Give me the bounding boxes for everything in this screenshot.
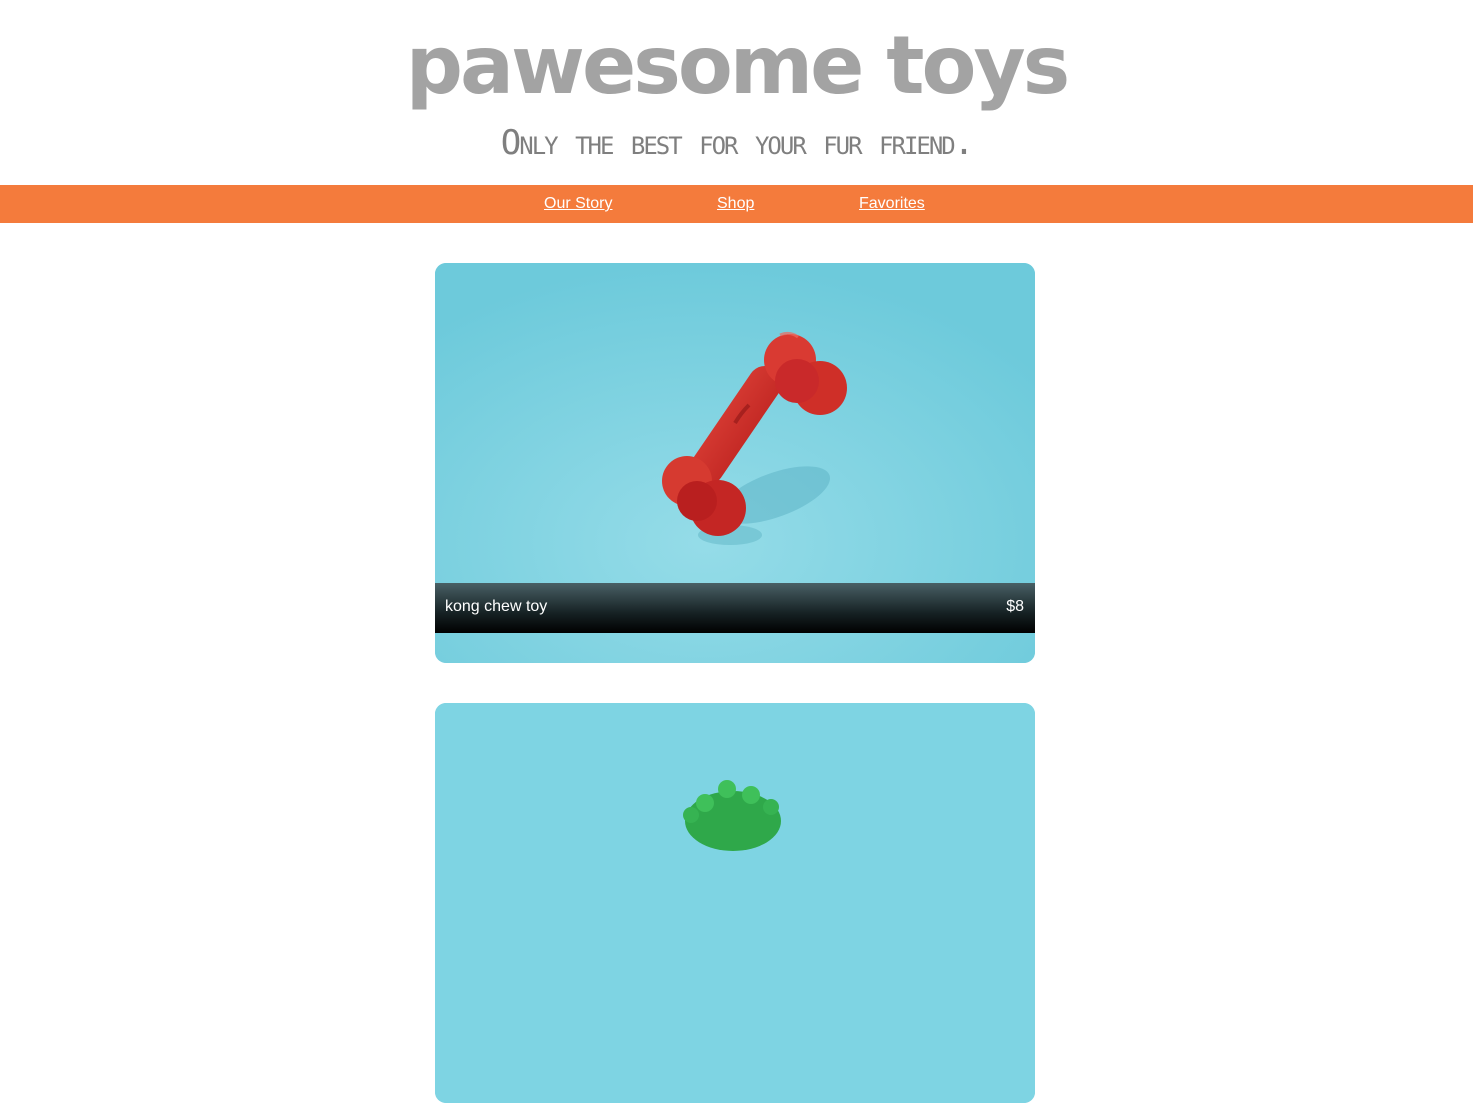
site-tagline: Only the best for your fur friend. xyxy=(500,123,974,163)
product-card[interactable] xyxy=(435,703,1035,1103)
product-price: $8 xyxy=(1006,598,1024,615)
nav-link-our-story[interactable]: Our Story xyxy=(544,194,612,214)
green-spiky-ball-toy-image xyxy=(435,703,1035,1103)
site-header: pawesome toys Only the best for your fur… xyxy=(0,0,1473,185)
site-title: pawesome toys xyxy=(405,19,1070,112)
nav-link-favorites[interactable]: Favorites xyxy=(859,194,925,214)
product-caption: kong chew toy $8 xyxy=(435,583,1035,633)
product-name: kong chew toy xyxy=(445,598,548,615)
nav-link-shop[interactable]: Shop xyxy=(717,194,754,214)
product-card[interactable]: kong chew toy $8 xyxy=(435,263,1035,663)
main-navigation: Our Story Shop Favorites xyxy=(0,185,1473,223)
